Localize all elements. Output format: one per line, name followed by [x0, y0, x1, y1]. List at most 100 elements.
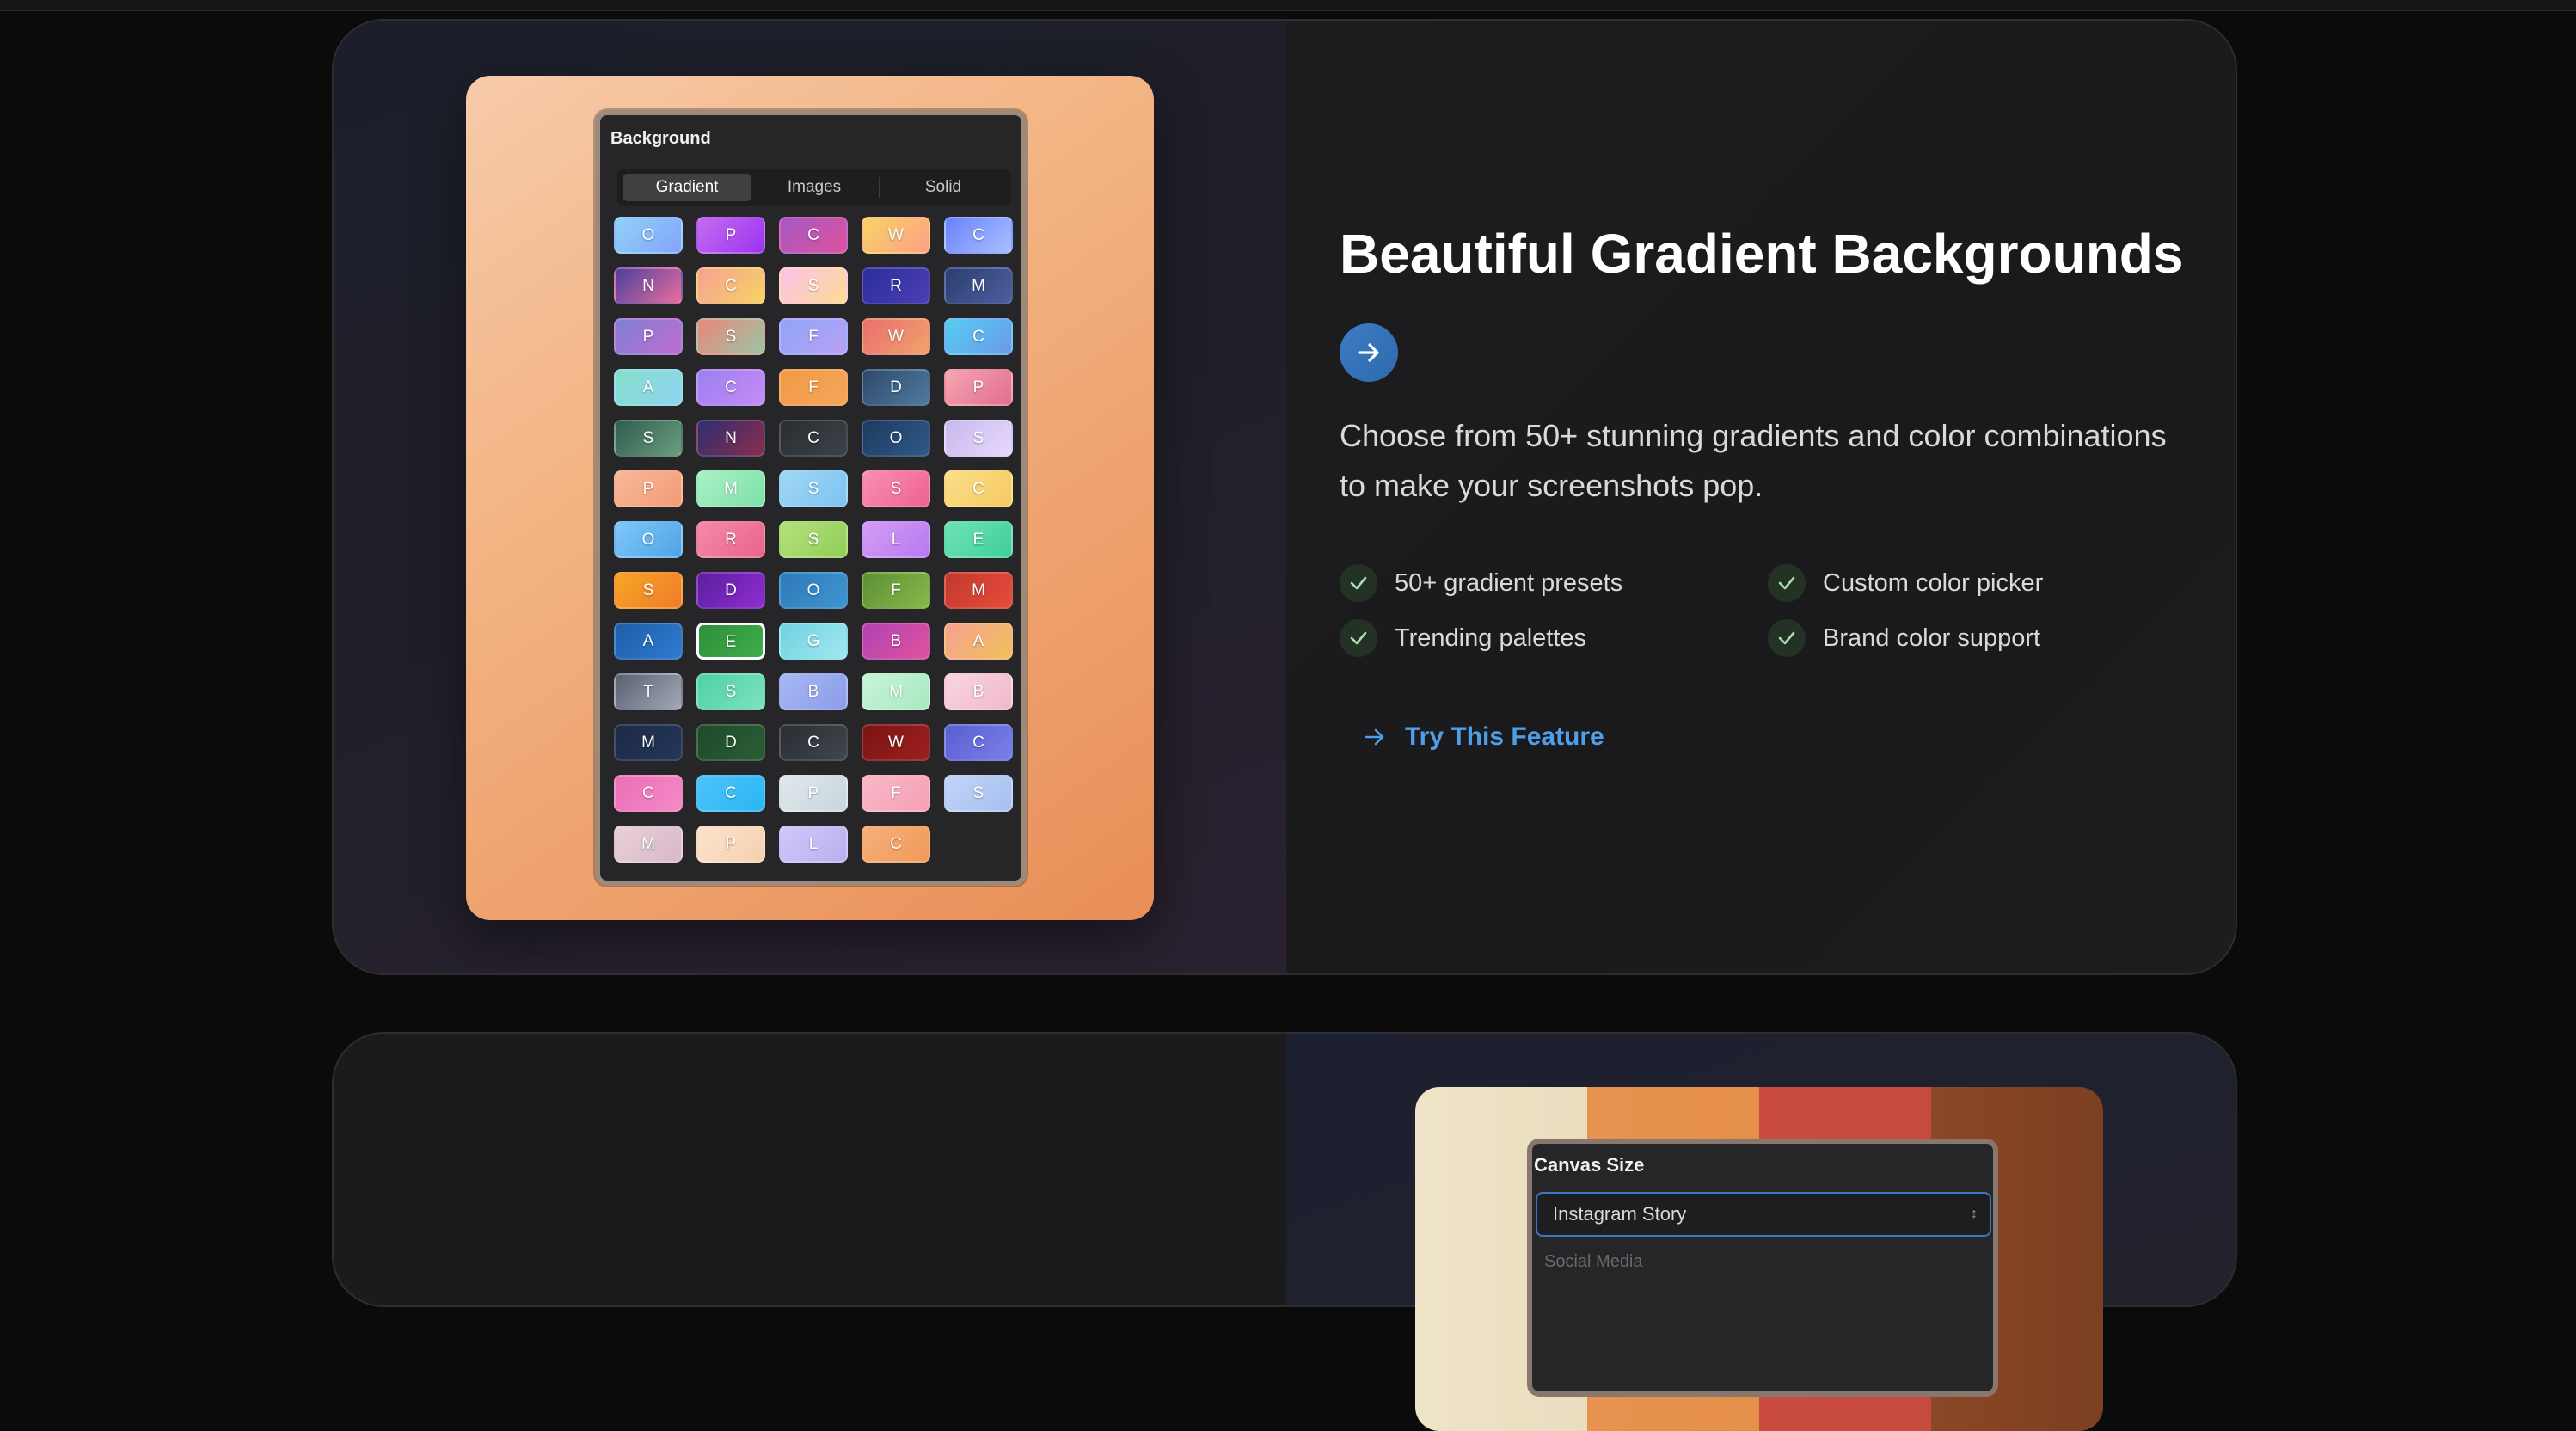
- gradient-swatch[interactable]: A: [614, 369, 683, 406]
- gradient-swatch[interactable]: S: [614, 572, 683, 609]
- gradient-swatch[interactable]: W: [862, 217, 930, 254]
- feature-label: Trending palettes: [1395, 623, 1587, 652]
- check-icon: [1768, 619, 1806, 657]
- gradient-swatch[interactable]: C: [696, 267, 765, 304]
- gradient-swatch[interactable]: L: [862, 521, 930, 558]
- select-value: Instagram Story: [1553, 1203, 1687, 1225]
- panel-title: Background: [610, 129, 711, 148]
- gradient-preview-canvas: Background Gradient Images Solid OPCWCNC…: [466, 76, 1154, 920]
- canvas-size-preview: Canvas Size Instagram Story ↕ Social Med…: [1415, 1087, 2103, 1431]
- feature-label: Custom color picker: [1823, 568, 2044, 597]
- gradient-swatch[interactable]: D: [696, 724, 765, 761]
- feature-label: Brand color support: [1823, 623, 2041, 652]
- arrow-right-icon: [1365, 728, 1384, 746]
- gradient-swatch[interactable]: R: [696, 521, 765, 558]
- gradient-swatch[interactable]: M: [614, 724, 683, 761]
- gradient-swatch[interactable]: C: [614, 775, 683, 812]
- gradient-swatch[interactable]: R: [862, 267, 930, 304]
- arrow-circle-button[interactable]: [1340, 323, 1398, 382]
- gradient-swatch[interactable]: S: [944, 420, 1013, 457]
- gradient-swatch[interactable]: O: [614, 521, 683, 558]
- gradient-swatch[interactable]: A: [614, 623, 683, 660]
- gradient-swatch[interactable]: M: [614, 826, 683, 863]
- gradient-swatch[interactable]: F: [779, 369, 848, 406]
- gradient-swatch[interactable]: P: [614, 470, 683, 507]
- background-panel: Background Gradient Images Solid OPCWCNC…: [595, 110, 1027, 886]
- canvas-size-select[interactable]: Instagram Story ↕: [1536, 1192, 1991, 1237]
- panel-title: Canvas Size: [1534, 1154, 1645, 1176]
- gradient-swatch[interactable]: C: [779, 420, 848, 457]
- gradient-swatch[interactable]: S: [696, 673, 765, 710]
- gradient-swatch[interactable]: S: [862, 470, 930, 507]
- gradient-swatch[interactable]: N: [696, 420, 765, 457]
- gradient-swatch[interactable]: D: [862, 369, 930, 406]
- gradient-swatch[interactable]: L: [779, 826, 848, 863]
- gradient-swatch[interactable]: M: [862, 673, 930, 710]
- gradient-swatch[interactable]: B: [779, 673, 848, 710]
- gradient-swatch[interactable]: C: [944, 470, 1013, 507]
- top-bar: [0, 0, 2576, 11]
- gradient-swatch[interactable]: C: [696, 369, 765, 406]
- gradient-swatch[interactable]: O: [614, 217, 683, 254]
- check-icon: [1768, 564, 1806, 602]
- gradient-swatch[interactable]: C: [779, 217, 848, 254]
- gradient-swatch[interactable]: M: [944, 572, 1013, 609]
- gradient-swatch[interactable]: P: [696, 217, 765, 254]
- tab-images[interactable]: Images: [750, 174, 879, 201]
- gradient-swatch[interactable]: S: [779, 267, 848, 304]
- gradient-swatch[interactable]: M: [696, 470, 765, 507]
- gradient-swatch[interactable]: O: [862, 420, 930, 457]
- gradient-swatch[interactable]: S: [614, 420, 683, 457]
- gradient-swatch[interactable]: E: [944, 521, 1013, 558]
- feature-item: 50+ gradient presets: [1340, 564, 1622, 602]
- gradient-swatch[interactable]: C: [944, 724, 1013, 761]
- gradient-swatch[interactable]: A: [944, 623, 1013, 660]
- gradient-swatch[interactable]: F: [862, 775, 930, 812]
- gradient-swatch[interactable]: C: [862, 826, 930, 863]
- canvas-size-panel: Canvas Size Instagram Story ↕ Social Med…: [1527, 1139, 1998, 1397]
- gradient-swatch[interactable]: C: [696, 775, 765, 812]
- gradient-swatch[interactable]: N: [614, 267, 683, 304]
- feature-item: Custom color picker: [1768, 564, 2043, 602]
- option-group-label: Social Media: [1544, 1252, 1643, 1271]
- feature-description: Choose from 50+ stunning gradients and c…: [1340, 418, 2167, 503]
- gradient-swatch[interactable]: W: [862, 724, 930, 761]
- gradient-swatch[interactable]: M: [944, 267, 1013, 304]
- feature-label: 50+ gradient presets: [1395, 568, 1623, 597]
- try-feature-label: Try This Feature: [1405, 722, 1604, 751]
- gradient-swatch[interactable]: P: [696, 826, 765, 863]
- gradient-swatch[interactable]: F: [862, 572, 930, 609]
- check-icon: [1340, 564, 1377, 602]
- gradient-swatch[interactable]: P: [779, 775, 848, 812]
- feature-title: Beautiful Gradient Backgrounds: [1340, 223, 2184, 285]
- gradient-swatch[interactable]: O: [779, 572, 848, 609]
- gradient-swatch[interactable]: P: [614, 318, 683, 355]
- arrow-right-icon: [1358, 343, 1379, 362]
- gradient-swatch[interactable]: P: [944, 369, 1013, 406]
- select-caret-icon: ↕: [1971, 1207, 1978, 1221]
- gradient-swatch[interactable]: S: [779, 470, 848, 507]
- gradient-swatch[interactable]: C: [944, 217, 1013, 254]
- try-feature-link[interactable]: Try This Feature: [1364, 722, 1604, 752]
- gradient-swatch[interactable]: C: [779, 724, 848, 761]
- gradient-swatch[interactable]: T: [614, 673, 683, 710]
- feature-preview-area: Background Gradient Images Solid OPCWCNC…: [334, 21, 1286, 973]
- gradient-swatch[interactable]: W: [862, 318, 930, 355]
- feature-item: Trending palettes: [1340, 619, 1586, 657]
- gradient-swatch[interactable]: S: [944, 775, 1013, 812]
- check-icon: [1340, 619, 1377, 657]
- gradient-swatch[interactable]: B: [862, 623, 930, 660]
- background-type-tabs: Gradient Images Solid: [617, 169, 1011, 206]
- gradient-swatch[interactable]: F: [779, 318, 848, 355]
- gradient-swatch[interactable]: S: [696, 318, 765, 355]
- gradient-swatch[interactable]: B: [944, 673, 1013, 710]
- tab-solid[interactable]: Solid: [879, 174, 1008, 201]
- gradient-swatch[interactable]: C: [944, 318, 1013, 355]
- gradient-swatch[interactable]: S: [779, 521, 848, 558]
- gradient-swatch[interactable]: D: [696, 572, 765, 609]
- gradient-swatch-grid: OPCWCNCSRMPSFWCACFDPSNCOSPMSSCORSLESDOFM…: [614, 217, 1018, 863]
- tab-gradient[interactable]: Gradient: [623, 174, 751, 201]
- gradient-swatch[interactable]: G: [779, 623, 848, 660]
- feature-item: Brand color support: [1768, 619, 2040, 657]
- gradient-swatch[interactable]: E: [696, 623, 765, 660]
